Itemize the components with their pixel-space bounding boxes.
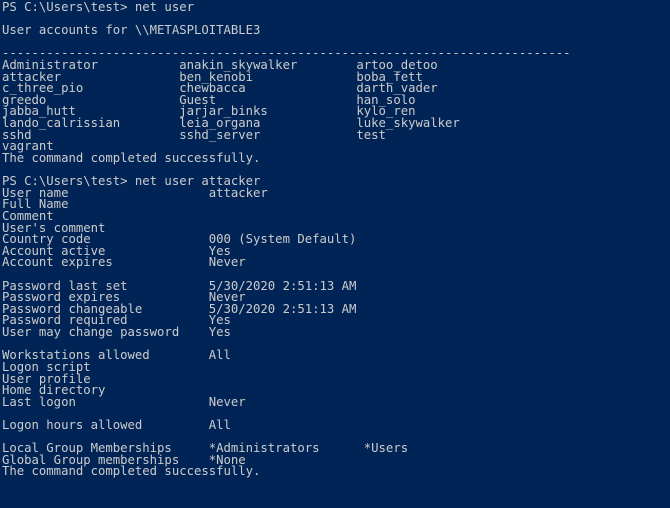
user-detail-row: Full Name <box>2 197 69 212</box>
user-detail-row: Logon script <box>2 359 91 374</box>
user-detail-row: User may change password Yes <box>2 325 231 340</box>
user-detail-row: User name attacker <box>2 185 268 200</box>
powershell-terminal[interactable]: PS C:\Users\test> net user User accounts… <box>0 0 670 508</box>
user-accounts-table: Administrator anakin_skywalker artoo_det… <box>2 59 670 153</box>
user-detail-row: Last logon Never <box>2 394 246 409</box>
status-net-user: The command completed successfully. <box>2 150 261 165</box>
user-detail-row: Account expires Never <box>2 255 246 270</box>
status-net-user-attacker: The command completed successfully. <box>2 464 261 479</box>
user-detail-row: Workstations allowed All <box>2 348 231 363</box>
user-detail-table: User name attacker Full Name Comment User's… <box>2 185 670 467</box>
user-accounts-header: User accounts for \\METASPLOITABLE3 <box>2 23 261 38</box>
user-accounts-row: sshd sshd_server test <box>2 127 386 142</box>
user-detail-row: Logon hours allowed All <box>2 417 231 432</box>
prompt-line-net-user: PS C:\Users\test> net user <box>2 0 194 14</box>
